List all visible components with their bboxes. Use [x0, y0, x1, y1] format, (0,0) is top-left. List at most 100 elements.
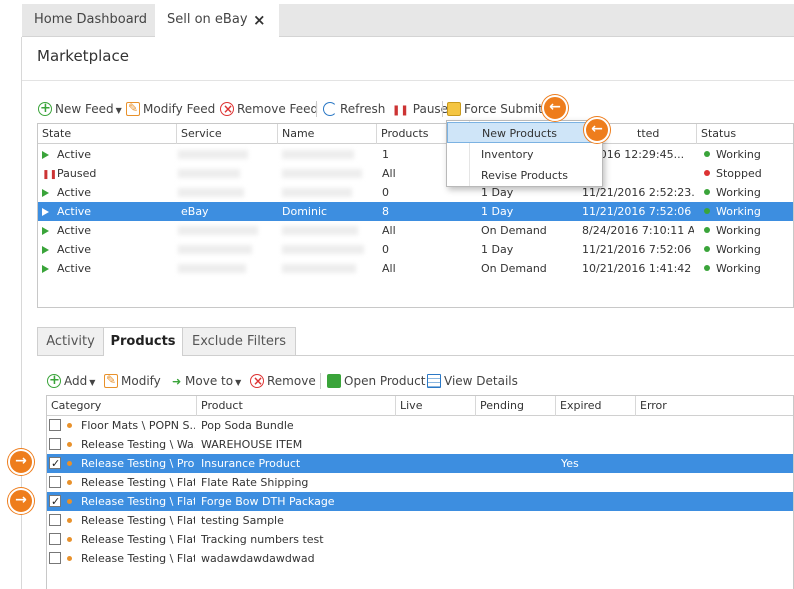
- product-row[interactable]: Release Testing \ Flat... testing Sample: [47, 511, 793, 530]
- modify-feed-button[interactable]: Modify Feed: [126, 98, 215, 119]
- force-submit-menu: New Products Inventory Revise Products: [446, 120, 603, 187]
- new-feed-button[interactable]: New Feed▼: [38, 99, 122, 119]
- product-row[interactable]: Release Testing \ Flat... wadawdawdawdwa…: [47, 549, 793, 568]
- menu-item-new-products[interactable]: New Products: [447, 122, 602, 143]
- feed-row[interactable]: Active All On Demand 10/21/2016 1:41:42 …: [38, 259, 793, 278]
- modify-button[interactable]: Modify: [104, 370, 161, 391]
- column-header-name[interactable]: Name: [278, 124, 377, 144]
- status-dot: [704, 265, 710, 271]
- move-to-label: Move to: [185, 374, 234, 388]
- category-cell: Release Testing \ Flat...: [81, 495, 195, 508]
- callout-arrow-left-icon: ←: [542, 95, 568, 121]
- remove-icon: [250, 371, 264, 391]
- state-text: Active: [57, 262, 92, 275]
- state-text: Active: [57, 205, 92, 218]
- chevron-down-icon[interactable]: ▼: [116, 106, 122, 115]
- add-label: Add: [64, 374, 88, 388]
- open-product-label: Open Product: [344, 374, 426, 388]
- tab-activity[interactable]: Activity: [37, 327, 104, 355]
- play-icon: [42, 189, 49, 197]
- checkbox[interactable]: [49, 514, 61, 526]
- category-cell: Release Testing \ Flat...: [81, 476, 195, 489]
- feed-row[interactable]: Active 1 1/2016 12:29:45... Working: [38, 145, 793, 164]
- product-row[interactable]: Floor Mats \ POPN S... Pop Soda Bundle: [47, 416, 793, 435]
- status-text: Working: [716, 262, 761, 275]
- product-cell: Insurance Product: [201, 457, 301, 470]
- toolbar-separator: [320, 373, 321, 389]
- row-checkbox[interactable]: [49, 549, 61, 568]
- feed-row[interactable]: Active All On Demand 8/24/2016 7:10:11 A…: [38, 221, 793, 240]
- pause-button[interactable]: ❚❚ Pause: [392, 99, 448, 119]
- status-dot: [704, 189, 710, 195]
- product-cell: WAREHOUSE ITEM: [201, 438, 303, 451]
- feed-row[interactable]: Active 0 1 Day 11/21/2016 2:52:23... Wor…: [38, 183, 793, 202]
- row-checkbox[interactable]: [49, 435, 61, 454]
- open-product-button[interactable]: Open Product: [327, 371, 425, 391]
- view-details-button[interactable]: View Details: [427, 371, 518, 391]
- column-header-service[interactable]: Service: [177, 124, 278, 144]
- refresh-button[interactable]: Refresh: [323, 99, 385, 119]
- status-text: Working: [716, 224, 761, 237]
- move-to-button[interactable]: ➜ Move to ▼: [172, 371, 241, 391]
- tab-products[interactable]: Products: [103, 327, 183, 356]
- close-icon[interactable]: ×: [253, 11, 266, 29]
- redacted-name: [282, 264, 356, 273]
- column-header-category[interactable]: Category: [47, 396, 197, 416]
- product-row-selected[interactable]: Release Testing \ Flat... Forge Bow DTH …: [47, 492, 793, 511]
- row-checkbox[interactable]: [49, 416, 61, 435]
- column-header-product[interactable]: Product: [197, 396, 396, 416]
- menu-item-inventory[interactable]: Inventory: [447, 144, 602, 165]
- tab-exclude-filters[interactable]: Exclude Filters: [182, 327, 296, 355]
- redacted-name: [282, 188, 352, 197]
- menu-item-revise-products[interactable]: Revise Products: [447, 165, 602, 186]
- checkbox-checked[interactable]: [49, 492, 61, 511]
- checkbox[interactable]: [49, 533, 61, 545]
- remove-feed-button[interactable]: Remove Feed: [220, 99, 318, 119]
- column-header-error[interactable]: Error: [636, 396, 794, 416]
- callout-arrow-left-icon: ←: [584, 117, 610, 143]
- product-row[interactable]: Release Testing \ Flat... Tracking numbe…: [47, 530, 793, 549]
- checkbox[interactable]: [49, 476, 61, 488]
- row-checkbox[interactable]: [49, 492, 61, 511]
- force-submit-button[interactable]: Force Submit: [447, 99, 543, 119]
- status-text: Working: [716, 148, 761, 161]
- state-cell: Active: [42, 202, 91, 221]
- arrow-right-icon: ➜: [172, 375, 182, 388]
- callout-arrow-right-icon: →: [8, 449, 34, 475]
- remove-button[interactable]: Remove: [250, 371, 316, 391]
- checkbox[interactable]: [49, 438, 61, 450]
- column-header-live[interactable]: Live: [396, 396, 476, 416]
- state-cell: Active: [42, 221, 91, 240]
- product-row-selected[interactable]: Release Testing \ Pro... Insurance Produ…: [47, 454, 793, 473]
- feed-row-selected[interactable]: Active eBay Dominic 8 1 Day 11/21/2016 7…: [38, 202, 793, 221]
- checkbox[interactable]: [49, 552, 61, 564]
- submitted-cell: 8/24/2016 7:10:11 AM: [582, 224, 694, 237]
- row-checkbox[interactable]: [49, 473, 61, 492]
- row-checkbox[interactable]: [49, 454, 61, 473]
- column-header-state[interactable]: State: [38, 124, 177, 144]
- chevron-down-icon[interactable]: ▼: [89, 378, 95, 387]
- row-checkbox[interactable]: [49, 530, 61, 549]
- chevron-down-icon[interactable]: ▼: [235, 378, 241, 387]
- add-button[interactable]: Add▼: [47, 371, 95, 391]
- feed-row[interactable]: ❚❚Paused All Stopped: [38, 164, 793, 183]
- checkbox[interactable]: [49, 419, 61, 431]
- products-cell: All: [382, 224, 396, 237]
- category-cell: Release Testing \ Flat...: [81, 514, 195, 527]
- tab-home-dashboard[interactable]: Home Dashboard: [22, 4, 155, 37]
- products-cell: 8: [382, 205, 389, 218]
- row-checkbox[interactable]: [49, 511, 61, 530]
- column-header-status[interactable]: Status: [697, 124, 794, 144]
- product-row[interactable]: Release Testing \ Wa... WAREHOUSE ITEM: [47, 435, 793, 454]
- feed-row[interactable]: Active 0 1 Day 11/21/2016 7:52:06 P... W…: [38, 240, 793, 259]
- detail-tabs: Activity Products Exclude Filters: [37, 327, 794, 356]
- checkbox-checked[interactable]: [49, 454, 61, 473]
- column-header-products[interactable]: Products: [377, 124, 447, 144]
- feed-toolbar: New Feed▼ Modify Feed Remove Feed Refres…: [38, 98, 598, 119]
- redacted-name: [282, 226, 358, 235]
- state-text: Active: [57, 148, 92, 161]
- feed-grid: State Service Name Products tted Status …: [37, 123, 794, 308]
- column-header-pending[interactable]: Pending: [476, 396, 556, 416]
- column-header-expired[interactable]: Expired: [556, 396, 636, 416]
- product-row[interactable]: Release Testing \ Flat... Flate Rate Shi…: [47, 473, 793, 492]
